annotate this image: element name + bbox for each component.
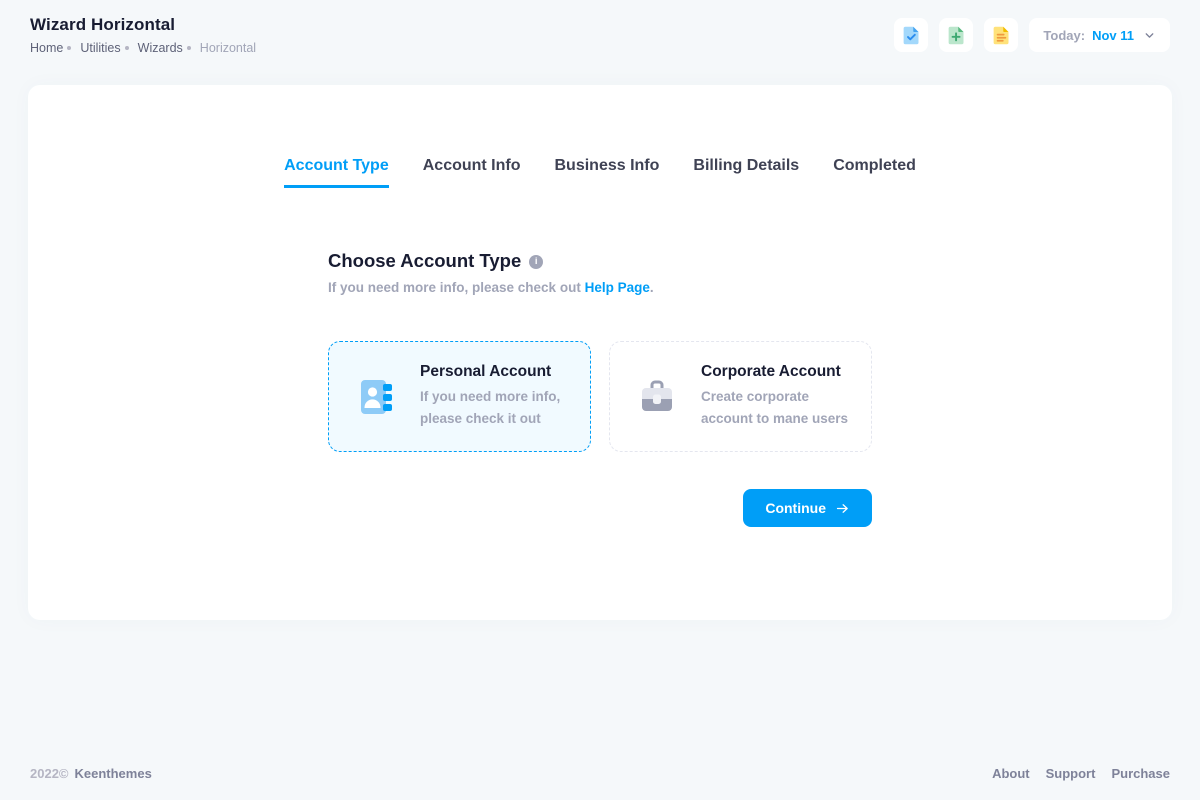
wizard-stepper: Account Type Account Info Business Info … [28, 156, 1172, 188]
option-title: Personal Account [420, 363, 572, 381]
form-subtitle: If you need more info, please check out … [328, 280, 872, 295]
chevron-down-icon [1143, 29, 1156, 42]
copyright-year: 2022© [30, 766, 69, 781]
help-page-link[interactable]: Help Page [585, 280, 650, 295]
arrow-right-icon [835, 501, 850, 516]
page-footer: 2022© Keenthemes About Support Purchase [0, 766, 1200, 800]
account-type-options: Personal Account If you need more info, … [328, 341, 872, 452]
file-plus-icon [946, 25, 967, 46]
form-heading: Choose Account Type [328, 250, 521, 272]
wizard-form: Choose Account Type i If you need more i… [328, 250, 872, 527]
file-lines-button[interactable] [984, 18, 1018, 52]
footer-link-support[interactable]: Support [1046, 766, 1096, 781]
file-lines-icon [991, 25, 1012, 46]
page-header: Wizard Horizontal Home Utilities Wizards… [0, 0, 1200, 70]
breadcrumb-item-home[interactable]: Home [30, 41, 63, 55]
breadcrumb-separator [125, 46, 129, 50]
subtitle-text: If you need more info, please check out [328, 280, 581, 295]
header-toolbar: Today: Nov 11 [894, 18, 1170, 52]
info-icon[interactable]: i [529, 255, 543, 269]
option-text: Corporate Account Create corporate accou… [701, 363, 853, 429]
footer-link-purchase[interactable]: Purchase [1111, 766, 1170, 781]
footer-link-about[interactable]: About [992, 766, 1030, 781]
breadcrumb-item-wizards[interactable]: Wizards [138, 41, 183, 55]
subtitle-period: . [650, 280, 654, 295]
date-value: Nov 11 [1092, 28, 1134, 43]
option-personal-account[interactable]: Personal Account If you need more info, … [328, 341, 591, 452]
copyright-brand-link[interactable]: Keenthemes [75, 766, 152, 781]
header-left: Wizard Horizontal Home Utilities Wizards… [30, 15, 256, 55]
form-heading-row: Choose Account Type i [328, 250, 872, 272]
page-title: Wizard Horizontal [30, 15, 256, 35]
option-text: Personal Account If you need more info, … [420, 363, 572, 429]
step-account-info[interactable]: Account Info [423, 156, 521, 188]
footer-links: About Support Purchase [992, 766, 1170, 781]
option-description: Create corporate account to mane users [701, 386, 853, 429]
footer-copyright: 2022© Keenthemes [30, 766, 152, 781]
file-plus-button[interactable] [939, 18, 973, 52]
option-corporate-account[interactable]: Corporate Account Create corporate accou… [609, 341, 872, 452]
wizard-card: Account Type Account Info Business Info … [28, 85, 1172, 620]
continue-label: Continue [765, 500, 826, 516]
step-completed[interactable]: Completed [833, 156, 916, 188]
address-book-icon [354, 375, 398, 419]
step-billing-details[interactable]: Billing Details [693, 156, 799, 188]
date-label: Today: [1043, 28, 1085, 43]
option-description: If you need more info, please check it o… [420, 386, 572, 429]
date-selector[interactable]: Today: Nov 11 [1029, 18, 1170, 52]
breadcrumb-separator [67, 46, 71, 50]
file-check-icon [901, 25, 922, 46]
file-check-button[interactable] [894, 18, 928, 52]
breadcrumb-item-horizontal: Horizontal [200, 41, 256, 55]
breadcrumb: Home Utilities Wizards Horizontal [30, 41, 256, 55]
step-account-type[interactable]: Account Type [284, 156, 389, 188]
continue-button[interactable]: Continue [743, 489, 872, 527]
form-actions: Continue [328, 489, 872, 527]
breadcrumb-separator [187, 46, 191, 50]
breadcrumb-item-utilities[interactable]: Utilities [80, 41, 120, 55]
step-business-info[interactable]: Business Info [555, 156, 660, 188]
option-title: Corporate Account [701, 363, 853, 381]
briefcase-icon [635, 375, 679, 419]
